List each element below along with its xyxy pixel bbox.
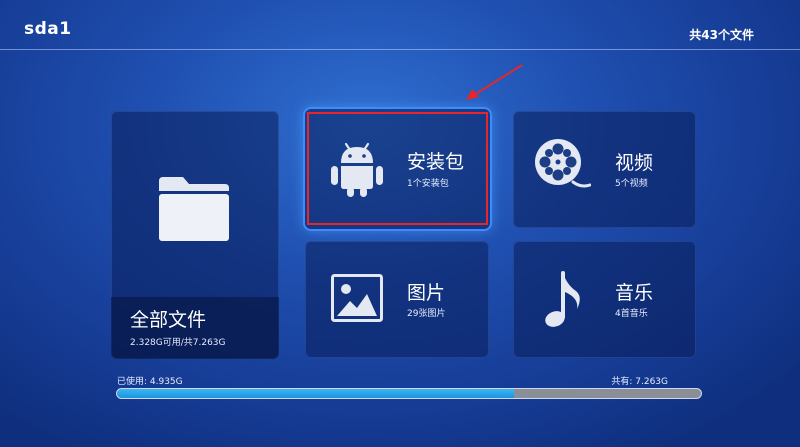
tile-pictures-count: 29张图片 [407,309,446,319]
file-count: 共43个文件 [689,28,754,42]
header-bar: sda1 共43个文件 [0,0,800,50]
music-note-icon [545,271,580,327]
all-files-footer: 全部文件 2.328G可用/共7.263G [111,297,279,359]
tile-pictures-label: 图片 [407,282,446,304]
storage-total-label: 共有: 7.263G [611,377,668,387]
storage-used-label: 已使用: 4.935G [117,377,183,387]
storage-progress-bar [116,388,702,399]
tile-all-files-label: 全部文件 [130,309,207,331]
tile-music[interactable]: 音乐 4首音乐 [513,241,696,358]
drive-title: sda1 [24,19,72,39]
tile-video-count: 5个视频 [615,179,648,189]
tile-pictures[interactable]: 图片 29张图片 [305,241,489,358]
android-icon [331,142,383,197]
tile-video[interactable]: 视频 5个视频 [513,111,696,228]
tile-video-label: 视频 [615,152,654,174]
folder-icon [159,177,229,241]
tile-all-files[interactable]: 全部文件 2.328G可用/共7.263G [111,111,279,359]
tile-apk[interactable]: 安装包 1个安装包 [305,109,490,229]
tile-apk-label: 安装包 [407,151,465,173]
tile-music-count: 4首音乐 [615,309,648,319]
image-icon [331,274,383,322]
tile-music-label: 音乐 [615,282,654,304]
tile-all-files-capacity: 2.328G可用/共7.263G [130,338,226,348]
film-reel-icon [535,139,591,188]
annotation-arrow-icon [466,64,523,100]
storage-progress-fill [117,389,515,398]
tile-apk-count: 1个安装包 [407,179,449,189]
